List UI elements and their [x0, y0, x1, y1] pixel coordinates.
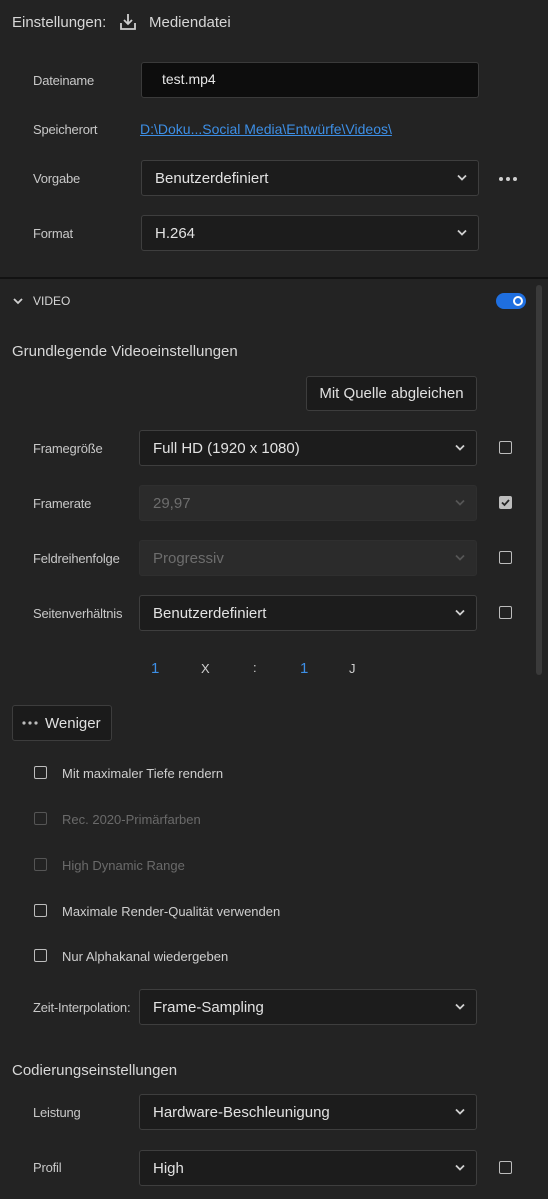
max-render-quality-checkbox[interactable] [34, 904, 47, 917]
frame-size-label: Framegröße [33, 441, 103, 456]
max-depth-label: Mit maximaler Tiefe rendern [62, 766, 224, 781]
aspect-x-label: X [201, 661, 210, 676]
performance-select[interactable]: Hardware-Beschleunigung [139, 1094, 477, 1130]
frame-rate-label: Framerate [33, 496, 92, 511]
frame-rate-value: 29,97 [153, 494, 191, 512]
download-icon [118, 12, 138, 32]
filename-value: test.mp4 [162, 71, 216, 87]
aspect-unit-label: J [349, 661, 356, 676]
time-interpolation-value: Frame-Sampling [153, 998, 264, 1016]
less-button[interactable]: Weniger [12, 705, 112, 741]
rec2020-label: Rec. 2020-Primärfarben [62, 812, 201, 827]
encoding-settings-title: Codierungseinstellungen [12, 1062, 178, 1079]
aspect-height-value[interactable]: 1 [300, 660, 308, 677]
max-depth-checkbox[interactable] [34, 766, 47, 779]
time-interpolation-select[interactable]: Frame-Sampling [139, 989, 477, 1025]
field-order-label: Feldreihenfolge [33, 551, 120, 566]
more-horizontal-icon [22, 721, 38, 725]
video-section-title[interactable]: VIDEO [33, 294, 70, 308]
format-label: Format [33, 226, 73, 241]
field-order-select: Progressiv [139, 540, 477, 576]
location-link[interactable]: D:\Doku...Social Media\Entwürfe\Videos\ [140, 121, 392, 137]
aspect-width-value[interactable]: 1 [151, 660, 159, 677]
preset-value: Benutzerdefiniert [155, 169, 269, 187]
format-value: H.264 [155, 224, 196, 242]
scrollbar[interactable] [536, 285, 542, 675]
chevron-down-icon [455, 1107, 465, 1116]
location-label: Speicherort [33, 122, 98, 137]
field-order-match-checkbox[interactable] [499, 551, 512, 564]
performance-value: Hardware-Beschleunigung [153, 1103, 330, 1121]
profile-select[interactable]: High [139, 1150, 477, 1186]
filename-label: Dateiname [33, 73, 95, 88]
format-select[interactable]: H.264 [141, 215, 479, 251]
aspect-ratio-label: Seitenverhältnis [33, 606, 123, 621]
basic-video-settings-title: Grundlegende Videoeinstellungen [12, 343, 238, 360]
profile-value: High [153, 1159, 184, 1177]
chevron-down-icon [455, 608, 465, 617]
settings-label: Einstellungen: [12, 14, 107, 31]
export-target-label: Mediendatei [149, 14, 231, 31]
frame-rate-match-checkbox[interactable] [499, 496, 512, 509]
less-button-label: Weniger [45, 714, 101, 732]
rec2020-checkbox [34, 812, 47, 825]
chevron-down-icon [457, 228, 467, 237]
performance-label: Leistung [33, 1105, 81, 1120]
frame-rate-select: 29,97 [139, 485, 477, 521]
frame-size-match-checkbox[interactable] [499, 441, 512, 454]
chevron-down-icon[interactable] [12, 294, 24, 306]
aspect-ratio-value: Benutzerdefiniert [153, 604, 267, 622]
aspect-ratio-select[interactable]: Benutzerdefiniert [139, 595, 477, 631]
aspect-ratio-match-checkbox[interactable] [499, 606, 512, 619]
aspect-colon-label: : [253, 660, 257, 675]
profile-match-checkbox[interactable] [499, 1161, 512, 1174]
preset-label: Vorgabe [33, 171, 81, 186]
preset-select[interactable]: Benutzerdefiniert [141, 160, 479, 196]
profile-label: Profil [33, 1160, 62, 1175]
field-order-value: Progressiv [153, 549, 224, 567]
hdr-checkbox [34, 858, 47, 871]
chevron-down-icon [455, 1163, 465, 1172]
chevron-down-icon [455, 1002, 465, 1011]
section-divider [0, 277, 548, 279]
max-render-quality-label: Maximale Render-Qualität verwenden [62, 904, 281, 919]
match-source-button[interactable]: Mit Quelle abgleichen [306, 376, 477, 411]
chevron-down-icon [455, 443, 465, 452]
more-horizontal-icon[interactable] [497, 172, 519, 184]
chevron-down-icon [455, 498, 465, 507]
hdr-label: High Dynamic Range [62, 858, 185, 873]
chevron-down-icon [457, 173, 467, 182]
alpha-only-checkbox[interactable] [34, 949, 47, 962]
frame-size-value: Full HD (1920 x 1080) [153, 439, 300, 457]
chevron-down-icon [455, 553, 465, 562]
filename-input[interactable]: test.mp4 [141, 62, 479, 98]
alpha-only-label: Nur Alphakanal wiedergeben [62, 949, 229, 964]
frame-size-select[interactable]: Full HD (1920 x 1080) [139, 430, 477, 466]
video-toggle[interactable] [496, 293, 526, 309]
time-interpolation-label: Zeit-Interpolation: [33, 1000, 131, 1015]
